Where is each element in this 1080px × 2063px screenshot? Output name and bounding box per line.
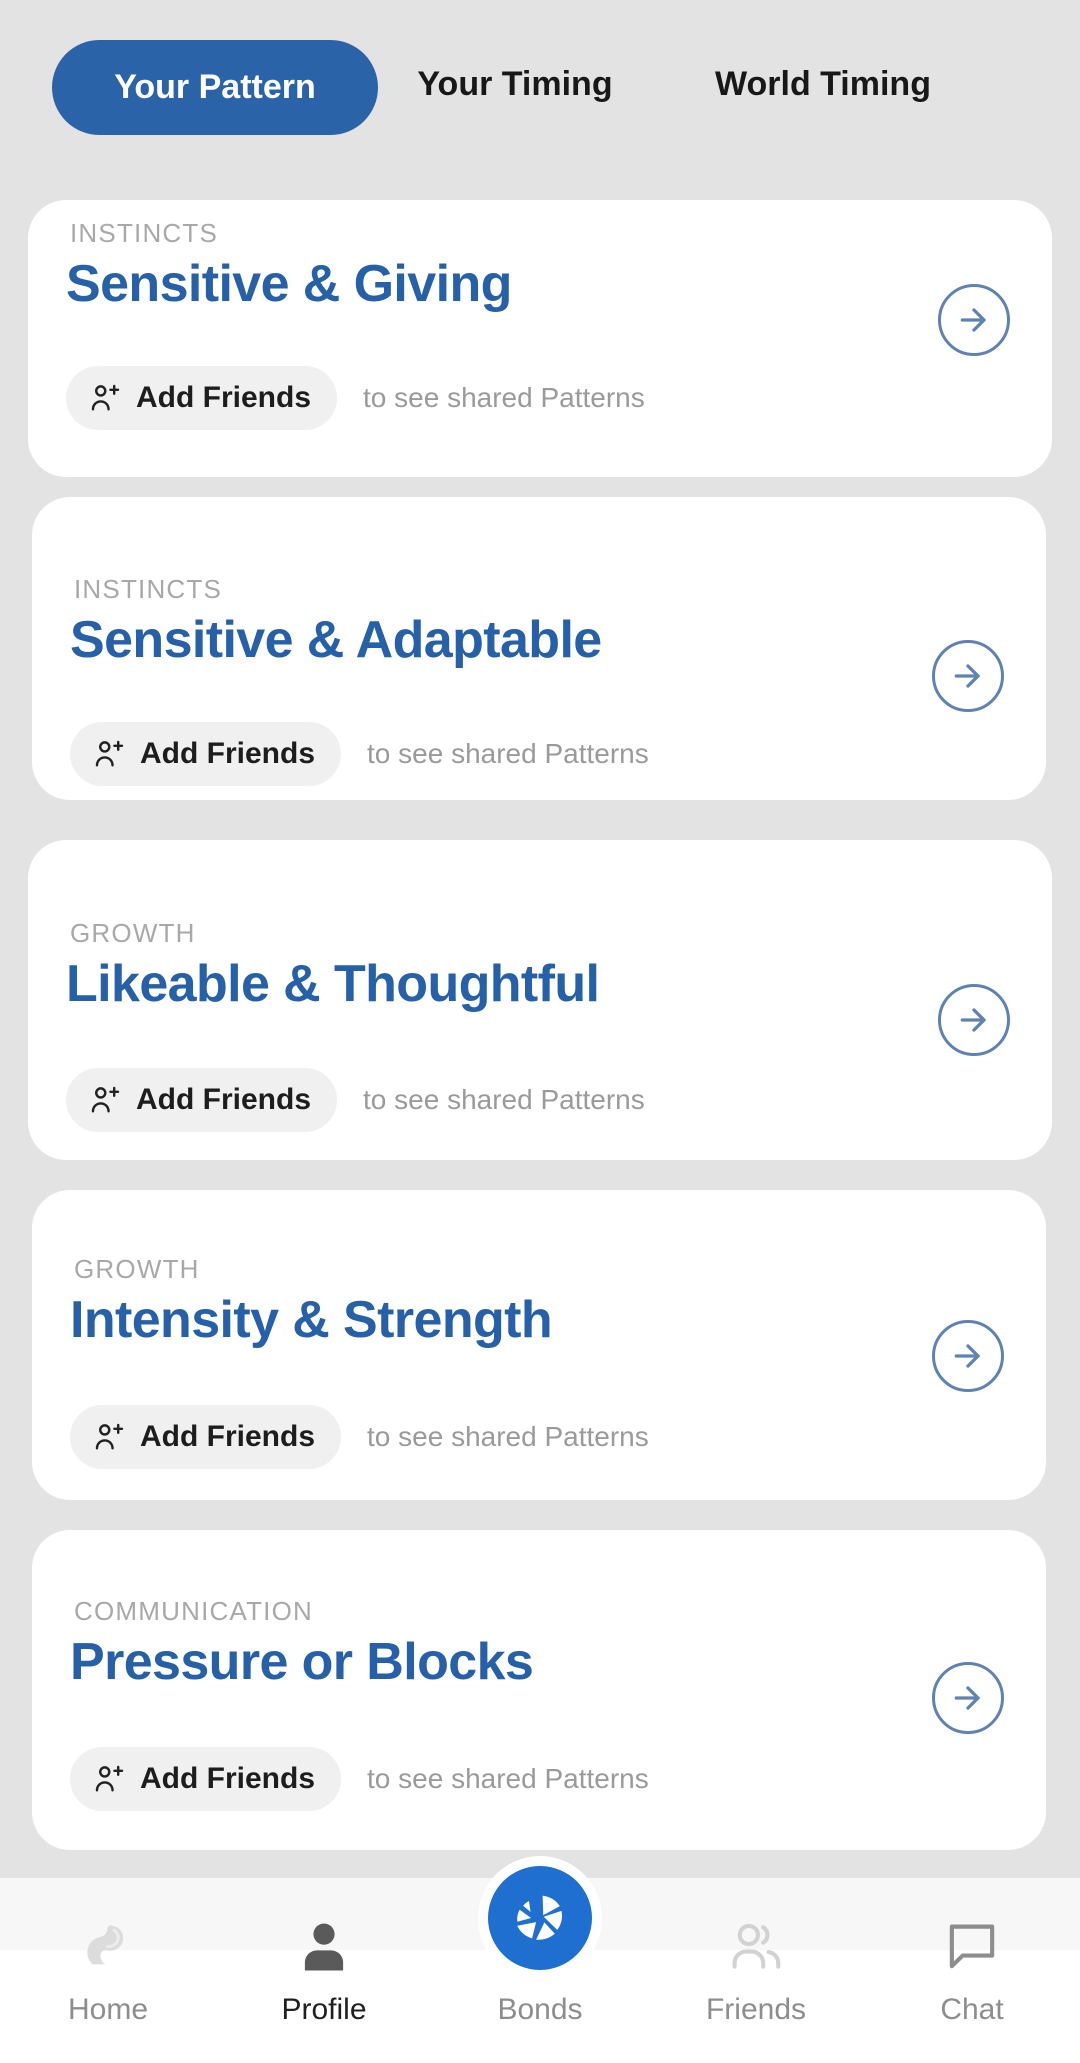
add-friends-button[interactable]: Add Friends bbox=[70, 722, 342, 786]
nav-label-profile: Profile bbox=[281, 1993, 367, 2026]
tab-world-timing-label: World Timing bbox=[715, 64, 931, 103]
nav-item-profile[interactable]: Profile bbox=[216, 1878, 432, 2063]
arrow-right-icon bbox=[960, 308, 986, 332]
add-friends-button[interactable]: Add Friends bbox=[70, 1405, 342, 1469]
add-friends-label: Add Friends bbox=[136, 381, 312, 414]
shared-patterns-hint: to see shared Patterns bbox=[363, 382, 645, 413]
shared-patterns-hint: to see shared Patterns bbox=[367, 1421, 649, 1452]
card-category-label: GROWTH bbox=[74, 1254, 200, 1284]
person-plus-icon bbox=[95, 1423, 124, 1450]
person-plus-icon bbox=[95, 1765, 124, 1792]
two-people-icon bbox=[723, 1907, 789, 1985]
card-category-label: COMMUNICATION bbox=[74, 1596, 313, 1626]
arrow-right-icon bbox=[954, 664, 980, 688]
app-root: Your Pattern Your Timing World Timing IN… bbox=[0, 0, 1080, 2063]
card-category-label: INSTINCTS bbox=[70, 218, 219, 248]
add-friends-label: Add Friends bbox=[140, 1762, 316, 1795]
card-title: Likeable & Thoughtful bbox=[66, 955, 600, 1013]
home-photo-icon bbox=[75, 1907, 141, 1985]
nav-item-bonds[interactable]: Bonds bbox=[432, 1866, 648, 2063]
add-friends-button[interactable]: Add Friends bbox=[66, 1068, 338, 1132]
tab-your-pattern-label: Your Pattern bbox=[114, 67, 316, 106]
card-category-label: INSTINCTS bbox=[74, 574, 223, 604]
bottom-navigation-bar: Home Profile Bonds Friends Chat bbox=[0, 1866, 1080, 2063]
tab-your-timing-label: Your Timing bbox=[417, 64, 613, 103]
arrow-right-icon bbox=[954, 1344, 980, 1368]
nav-item-home[interactable]: Home bbox=[0, 1878, 216, 2063]
pinwheel-icon bbox=[488, 1866, 592, 1970]
card-title: Sensitive & Giving bbox=[66, 255, 512, 313]
speech-bubble-icon bbox=[941, 1907, 1003, 1985]
card-category-label: GROWTH bbox=[70, 918, 196, 948]
card-add-friends-row: Add Friends to see shared Patterns bbox=[70, 1747, 649, 1811]
pattern-card[interactable]: COMMUNICATION Pressure or Blocks Add Fri… bbox=[32, 1530, 1046, 1850]
nav-label-friends: Friends bbox=[705, 1993, 807, 2026]
pattern-card[interactable]: GROWTH Intensity & Strength Add Friends … bbox=[32, 1190, 1046, 1500]
card-title: Intensity & Strength bbox=[70, 1291, 553, 1349]
card-add-friends-row: Add Friends to see shared Patterns bbox=[66, 1068, 645, 1132]
card-add-friends-row: Add Friends to see shared Patterns bbox=[66, 366, 645, 430]
card-open-arrow-button[interactable] bbox=[932, 1320, 1004, 1392]
nav-label-chat: Chat bbox=[940, 1993, 1004, 2026]
shared-patterns-hint: to see shared Patterns bbox=[363, 1084, 645, 1115]
nav-label-bonds: Bonds bbox=[497, 1993, 583, 2026]
nav-label-home: Home bbox=[67, 1993, 149, 2026]
person-icon bbox=[293, 1907, 355, 1985]
card-title: Pressure or Blocks bbox=[70, 1633, 534, 1691]
card-open-arrow-button[interactable] bbox=[932, 640, 1004, 712]
tab-your-timing[interactable]: Your Timing bbox=[390, 65, 640, 104]
card-open-arrow-button[interactable] bbox=[938, 984, 1010, 1056]
card-title: Sensitive & Adaptable bbox=[70, 611, 602, 669]
add-friends-label: Add Friends bbox=[140, 737, 316, 770]
add-friends-button[interactable]: Add Friends bbox=[66, 366, 338, 430]
person-plus-icon bbox=[95, 740, 124, 767]
nav-item-friends[interactable]: Friends bbox=[648, 1878, 864, 2063]
pattern-card[interactable]: INSTINCTS Sensitive & Adaptable Add Frie… bbox=[32, 497, 1046, 800]
add-friends-label: Add Friends bbox=[140, 1420, 316, 1453]
pattern-card[interactable]: INSTINCTS Sensitive & Giving Add Friends… bbox=[28, 200, 1052, 477]
pattern-tabbar: Your Pattern Your Timing World Timing bbox=[0, 0, 1080, 168]
shared-patterns-hint: to see shared Patterns bbox=[367, 1763, 649, 1794]
tab-world-timing[interactable]: World Timing bbox=[698, 65, 948, 104]
person-plus-icon bbox=[91, 1086, 120, 1113]
nav-item-chat[interactable]: Chat bbox=[864, 1878, 1080, 2063]
arrow-right-icon bbox=[954, 1686, 980, 1710]
card-open-arrow-button[interactable] bbox=[932, 1662, 1004, 1734]
card-add-friends-row: Add Friends to see shared Patterns bbox=[70, 1405, 649, 1469]
tab-your-pattern[interactable]: Your Pattern bbox=[52, 39, 378, 135]
card-open-arrow-button[interactable] bbox=[938, 284, 1010, 356]
card-add-friends-row: Add Friends to see shared Patterns bbox=[70, 722, 649, 786]
add-friends-button[interactable]: Add Friends bbox=[70, 1747, 342, 1811]
shared-patterns-hint: to see shared Patterns bbox=[367, 738, 649, 769]
add-friends-label: Add Friends bbox=[136, 1083, 312, 1116]
person-plus-icon bbox=[91, 384, 120, 411]
arrow-right-icon bbox=[960, 1008, 986, 1032]
pattern-card[interactable]: GROWTH Likeable & Thoughtful Add Friends… bbox=[28, 840, 1052, 1160]
bottom-nav-items: Home Profile Bonds Friends Chat bbox=[0, 1866, 1080, 2063]
